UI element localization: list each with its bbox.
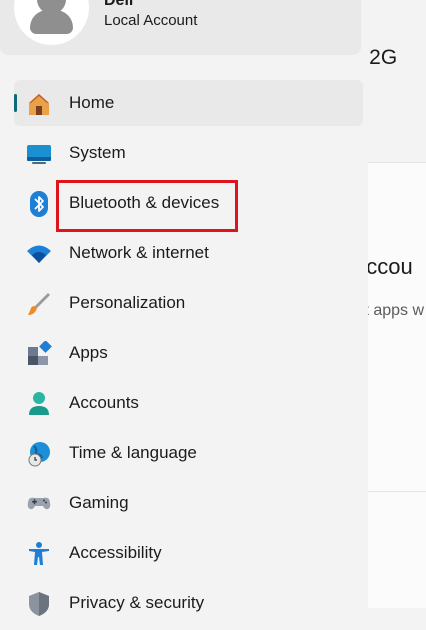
nav-item-accessibility[interactable]: Accessibility bbox=[14, 530, 363, 576]
nav-item-label: Accounts bbox=[69, 393, 139, 412]
device-name-fragment: H2G bbox=[368, 46, 398, 69]
person-icon bbox=[29, 392, 49, 415]
content-card-2 bbox=[368, 491, 426, 608]
brush-icon bbox=[28, 293, 50, 315]
navigation-pane: Dell Local Account Home System Bluetooth… bbox=[0, 0, 368, 616]
card-heading-fragment: accou bbox=[368, 254, 413, 279]
nav-item-apps[interactable]: Apps bbox=[14, 330, 363, 376]
selection-indicator bbox=[14, 94, 17, 112]
highlight-annotation bbox=[56, 180, 238, 232]
account-card[interactable]: Dell Local Account bbox=[0, 0, 361, 55]
nav-item-time-language[interactable]: Time & language bbox=[14, 430, 363, 476]
shield-icon bbox=[29, 592, 49, 616]
nav-item-privacy-security[interactable]: Privacy & security bbox=[14, 580, 363, 626]
nav-item-home[interactable]: Home bbox=[14, 80, 363, 126]
nav-item-label: Home bbox=[69, 93, 115, 112]
monitor-icon bbox=[27, 145, 51, 164]
avatar[interactable] bbox=[14, 0, 89, 45]
home-icon bbox=[29, 94, 49, 115]
nav-item-label: Gaming bbox=[69, 493, 129, 512]
account-type: Local Account bbox=[104, 12, 198, 29]
card-subtext-fragment: ft apps w bbox=[368, 302, 425, 319]
nav-item-label: Network & internet bbox=[69, 243, 209, 262]
bluetooth-icon bbox=[30, 191, 48, 217]
nav-item-label: Time & language bbox=[69, 443, 197, 462]
avatar-body bbox=[30, 10, 73, 34]
globe-clock-icon bbox=[28, 442, 50, 467]
nav-item-label: System bbox=[69, 143, 126, 162]
content-pane: H2G accou ft apps w bbox=[368, 0, 426, 608]
account-name: Dell bbox=[104, 0, 134, 9]
apps-icon bbox=[28, 341, 52, 365]
gamepad-icon bbox=[27, 497, 51, 510]
nav-item-label: Privacy & security bbox=[69, 593, 205, 612]
nav-item-label: Accessibility bbox=[69, 543, 162, 562]
nav-item-gaming[interactable]: Gaming bbox=[14, 480, 363, 526]
nav-item-accounts[interactable]: Accounts bbox=[14, 380, 363, 426]
content-card bbox=[368, 162, 426, 492]
nav-item-system[interactable]: System bbox=[14, 130, 363, 176]
nav-item-network[interactable]: Network & internet bbox=[14, 230, 363, 276]
nav-item-label: Apps bbox=[69, 343, 108, 362]
nav-item-personalization[interactable]: Personalization bbox=[14, 280, 363, 326]
wifi-icon bbox=[27, 245, 51, 263]
nav-list: Home System Bluetooth & devices Network … bbox=[14, 80, 363, 630]
nav-item-label: Personalization bbox=[69, 293, 186, 312]
accessibility-icon bbox=[29, 542, 49, 565]
